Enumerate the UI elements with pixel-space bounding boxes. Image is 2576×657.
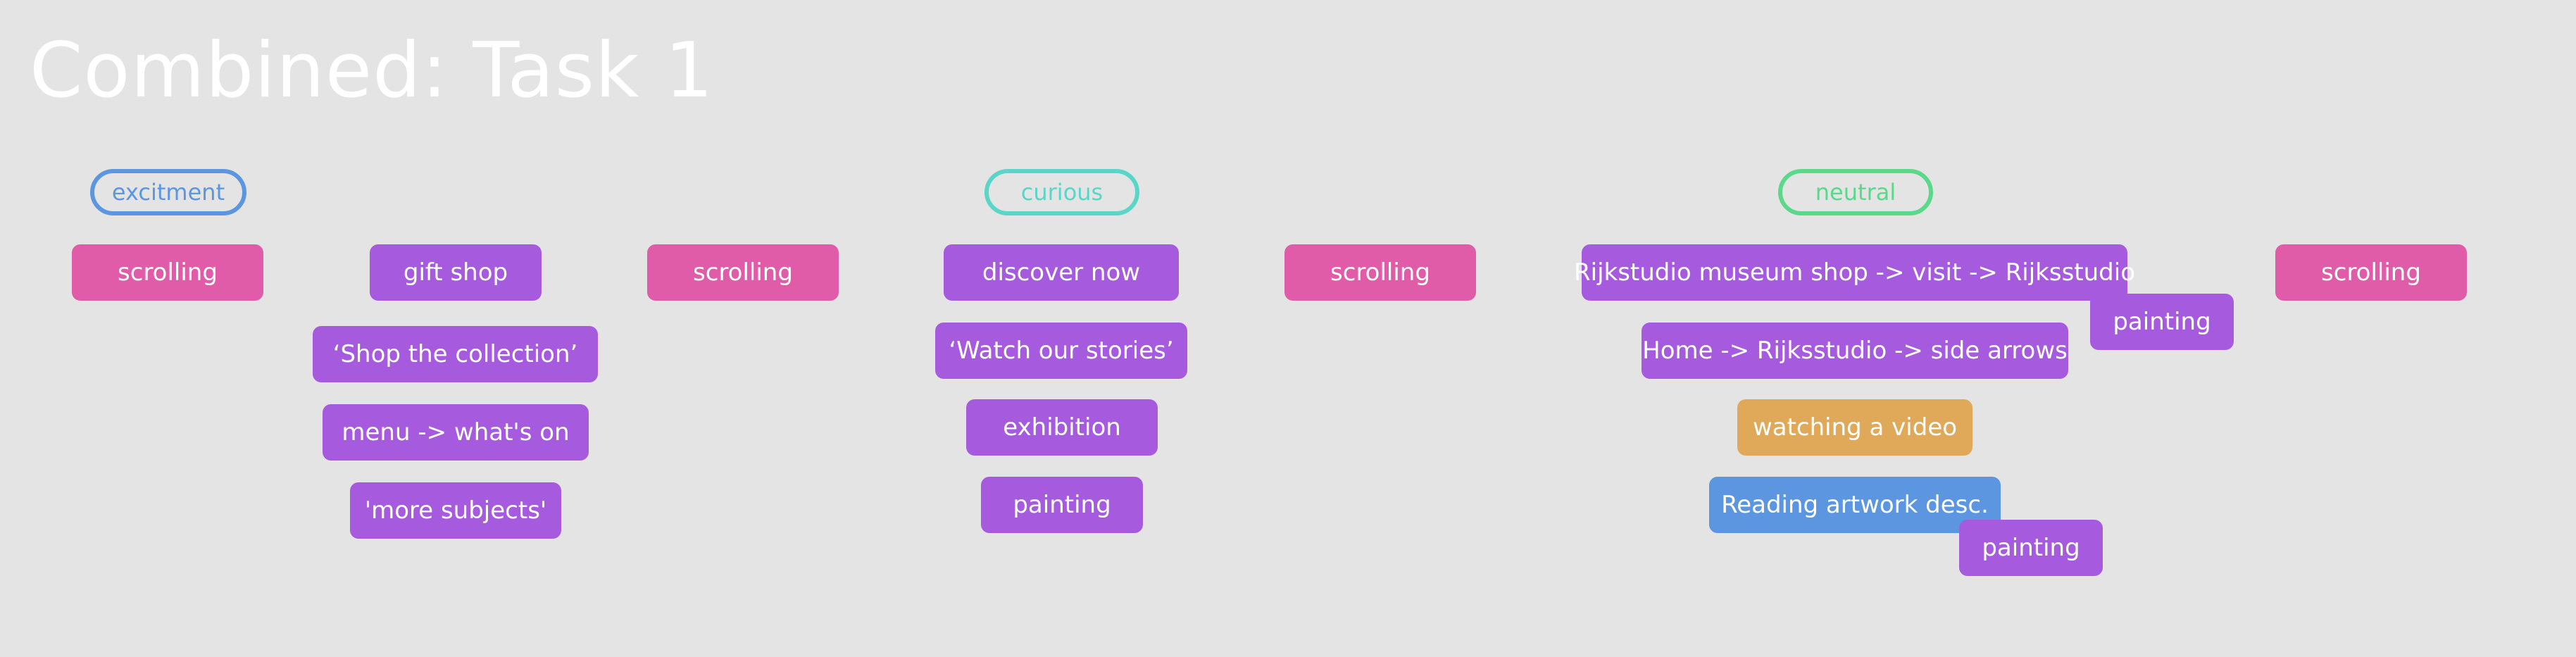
tag-watching-a-video[interactable]: watching a video	[1737, 399, 1972, 456]
emotion-neutral[interactable]: neutral	[1778, 169, 1933, 215]
tag-watch-our-stories[interactable]: ‘Watch our stories’	[935, 323, 1187, 379]
tag-home-path[interactable]: Home -> Rijksstudio -> side arrows	[1642, 323, 2068, 379]
tag-scrolling[interactable]: scrolling	[647, 244, 839, 301]
tag-reading-artwork-desc[interactable]: Reading artwork desc.	[1709, 477, 2001, 533]
tag-more-subjects[interactable]: 'more subjects'	[350, 482, 561, 539]
page-title: Combined: Task 1	[30, 27, 714, 115]
emotion-curious[interactable]: curious	[984, 169, 1139, 215]
tag-painting[interactable]: painting	[981, 477, 1143, 533]
tag-painting[interactable]: painting	[1959, 520, 2103, 576]
tag-rijkstudio-path[interactable]: Rijkstudio museum shop -> visit -> Rijks…	[1574, 244, 2135, 301]
tag-scrolling[interactable]: scrolling	[1284, 244, 1476, 301]
emotion-excitement[interactable]: excitment	[90, 169, 246, 215]
tag-painting[interactable]: painting	[2090, 294, 2234, 350]
tag-gift-shop[interactable]: gift shop	[370, 244, 542, 301]
tag-shop-the-collection[interactable]: ‘Shop the collection’	[313, 326, 598, 382]
tag-scrolling[interactable]: scrolling	[2275, 244, 2467, 301]
tag-discover-now[interactable]: discover now	[944, 244, 1179, 301]
tag-menu-whats-on[interactable]: menu -> what's on	[323, 404, 589, 461]
tag-scrolling[interactable]: scrolling	[72, 244, 263, 301]
tag-exhibition[interactable]: exhibition	[966, 399, 1158, 456]
